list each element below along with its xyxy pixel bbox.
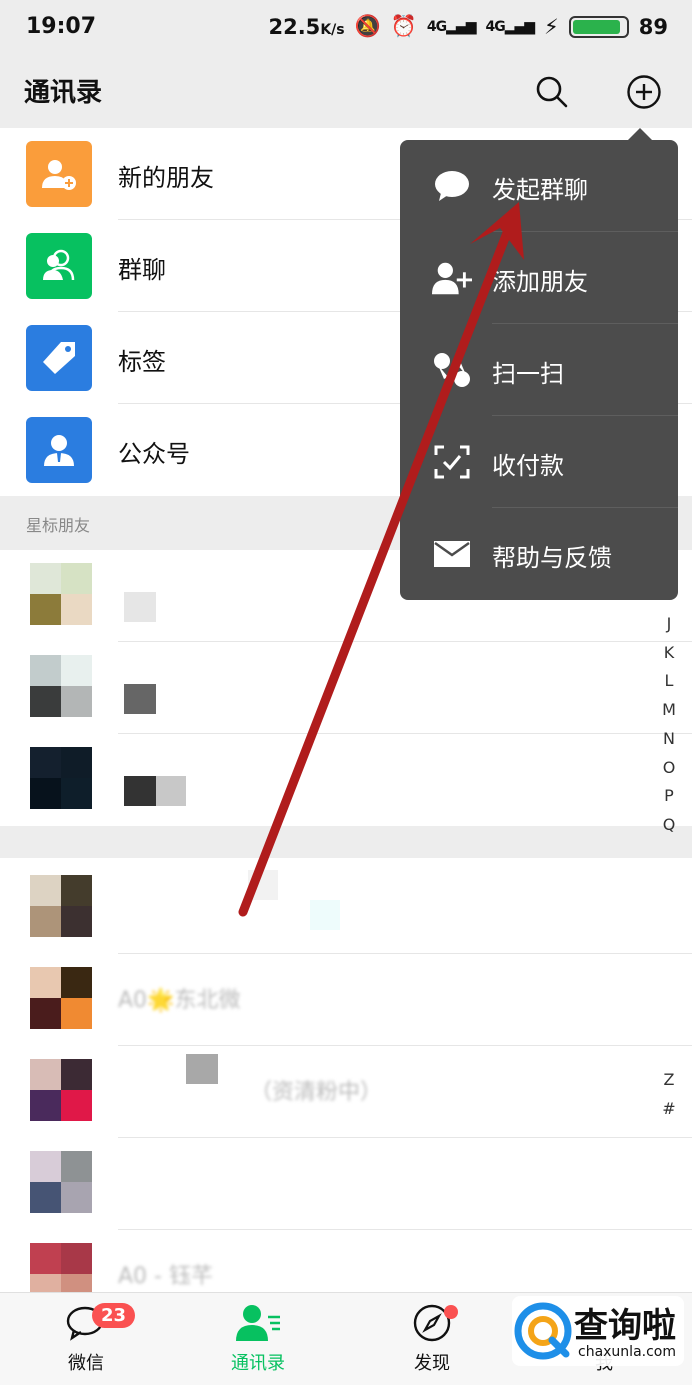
contacts-icon	[198, 1301, 318, 1345]
annotation-arrow	[238, 202, 524, 917]
tab-contacts[interactable]: 通讯录	[198, 1301, 318, 1375]
tab-label: 微信	[68, 1353, 104, 1374]
watermark-url: chaxunla.com	[578, 1344, 676, 1360]
compass-icon	[372, 1301, 492, 1345]
tab-chats[interactable]: 23 微信	[26, 1301, 146, 1375]
tab-label: 通讯录	[231, 1353, 285, 1374]
tab-discover[interactable]: 发现	[372, 1301, 492, 1375]
notification-dot	[444, 1305, 458, 1319]
watermark: 查询啦 chaxunla.com	[512, 1296, 684, 1366]
tab-label: 发现	[414, 1353, 450, 1374]
watermark-brand: 查询啦	[574, 1306, 676, 1346]
watermark-logo-icon	[514, 1302, 572, 1360]
unread-badge: 23	[92, 1303, 136, 1328]
